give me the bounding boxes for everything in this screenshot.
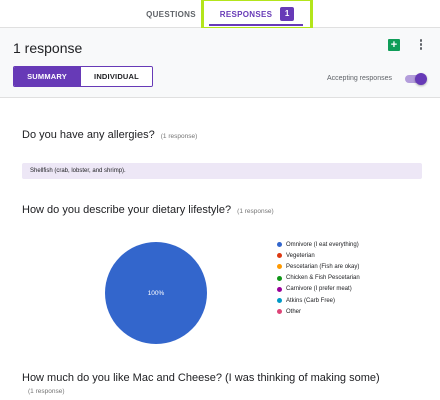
legend-swatch xyxy=(277,298,282,304)
question-title: Do you have any allergies? (1 response) xyxy=(22,129,197,141)
tab-responses-label: RESPONSES xyxy=(219,9,273,19)
legend-item: Omnivore (I eat everything) xyxy=(277,239,360,250)
response-count: (1 response) xyxy=(237,208,274,215)
more-vert-icon[interactable] xyxy=(418,38,424,52)
legend-label: Other xyxy=(286,308,302,315)
toggle-knob xyxy=(415,73,427,85)
tab-responses[interactable]: RESPONSES 1 xyxy=(201,0,313,30)
accepting-responses-label: Accepting responses xyxy=(327,75,392,82)
page-title: 1 response xyxy=(13,40,83,56)
responses-count-badge: 1 xyxy=(280,7,295,21)
legend-label: Omnivore (I eat everything) xyxy=(286,241,359,248)
legend-swatch xyxy=(277,275,282,281)
text-answer: Shellfish (crab, lobster, and shrimp). xyxy=(22,163,422,179)
tab-questions-label: QUESTIONS xyxy=(146,9,196,19)
response-count: (1 response) xyxy=(160,133,198,140)
pie-chart: 100% xyxy=(104,241,208,345)
question-title: How do you describe your dietary lifesty… xyxy=(22,204,274,216)
question-text: Do you have any allergies? xyxy=(22,129,155,141)
sheets-icon[interactable] xyxy=(388,39,400,51)
legend-swatch xyxy=(277,264,282,270)
pie-slice-label: 100% xyxy=(147,289,165,297)
accepting-responses-toggle[interactable] xyxy=(405,73,427,85)
legend-swatch xyxy=(277,242,282,248)
individual-button[interactable]: INDIVIDUAL xyxy=(80,67,152,86)
view-toggle: SUMMARY INDIVIDUAL xyxy=(13,66,153,87)
summary-button[interactable]: SUMMARY xyxy=(14,67,80,86)
responses-header: 1 response SUMMARY INDIVIDUAL Accepting … xyxy=(0,28,440,98)
legend-item: Carnivore (I prefer meat) xyxy=(277,284,360,295)
legend-label: Vegeterian xyxy=(286,252,315,259)
question-text: How do you describe your dietary lifesty… xyxy=(22,204,232,216)
active-tab-indicator xyxy=(209,24,303,26)
chart-legend: Omnivore (I eat everything) Vegeterian Pes… xyxy=(277,239,360,317)
response-count: (1 response) xyxy=(28,388,65,395)
legend-swatch xyxy=(277,286,282,292)
legend-label: Chicken & Fish Pescetarian xyxy=(286,275,360,282)
tab-questions[interactable]: QUESTIONS xyxy=(140,0,202,28)
legend-item: Atkins (Carb Free) xyxy=(277,295,360,306)
legend-item: Pescetarian (Fish are okay) xyxy=(277,261,360,272)
legend-label: Pescetarian (Fish are okay) xyxy=(286,263,360,270)
form-tabs-bar: QUESTIONS RESPONSES 1 xyxy=(0,0,440,30)
legend-label: Carnivore (I prefer meat) xyxy=(286,286,352,293)
legend-swatch xyxy=(277,309,282,315)
legend-item: Other xyxy=(277,306,360,317)
question-title: How much do you like Mac and Cheese? (I … xyxy=(22,372,380,384)
legend-item: Chicken & Fish Pescetarian xyxy=(277,273,360,284)
legend-swatch xyxy=(277,253,282,259)
legend-item: Vegeterian xyxy=(277,250,360,261)
legend-label: Atkins (Carb Free) xyxy=(286,297,336,304)
